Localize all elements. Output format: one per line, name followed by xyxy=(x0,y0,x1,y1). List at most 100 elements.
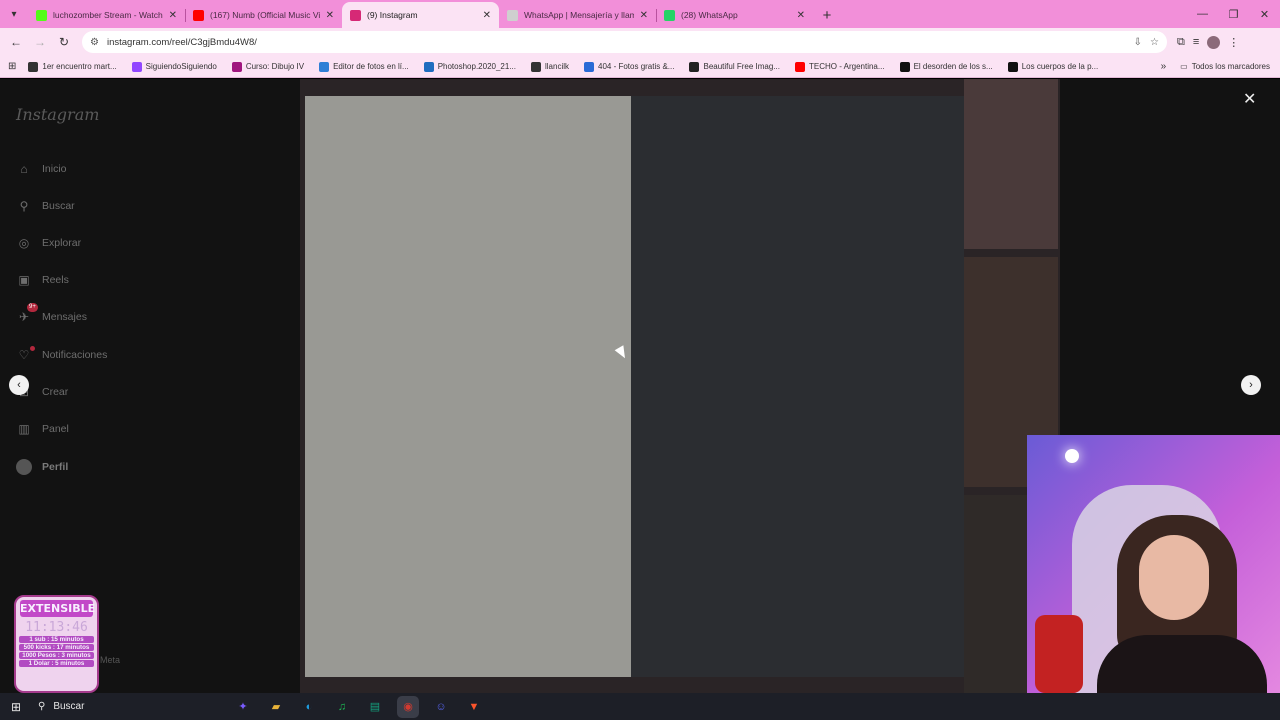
app-icon[interactable]: ▤ xyxy=(364,696,386,718)
all-bookmarks-folder[interactable]: ▭ Todos los marcadores xyxy=(1180,62,1270,71)
bookmark-item[interactable]: Los cuerpos de la p... xyxy=(1007,61,1099,72)
tab-2[interactable]: (9) Instagram ✕ xyxy=(342,2,499,28)
nav-notificaciones[interactable]: ♡ Notificaciones xyxy=(16,346,108,363)
install-app-icon[interactable]: ⇩ xyxy=(1134,37,1142,48)
bookmark-label: Beautiful Free Imag... xyxy=(703,62,780,71)
meta-footer[interactable]: Meta xyxy=(100,655,120,665)
tab-close-icon[interactable]: ✕ xyxy=(483,10,491,21)
tab-favicon-icon xyxy=(507,9,518,21)
dashboard-icon: ▥ xyxy=(18,422,30,436)
nav-label: Reels xyxy=(42,274,69,286)
tab-close-icon[interactable]: ✕ xyxy=(797,10,805,21)
bookmark-item[interactable]: Beautiful Free Imag... xyxy=(689,61,780,72)
tab-close-icon[interactable]: ✕ xyxy=(640,10,648,21)
bookmark-label: Curso: Dibujo IV xyxy=(245,62,305,71)
close-modal-icon[interactable]: ✕ xyxy=(1243,89,1256,109)
more-bookmarks-icon[interactable]: » xyxy=(1161,61,1167,72)
tab-strip: ▾ luchozomber Stream - Watch L ✕ (167) Num… xyxy=(0,0,1280,28)
bookmark-item[interactable]: 1er encuentro mart... xyxy=(28,61,117,72)
profile-avatar[interactable] xyxy=(1207,35,1221,49)
tab-favicon-icon xyxy=(36,9,47,21)
bookmark-favicon-icon xyxy=(423,61,434,72)
bookmark-label: El desorden de los s... xyxy=(913,62,993,71)
nav-mensajes[interactable]: ✈ 9+ Mensajes xyxy=(16,303,87,325)
streamer-face xyxy=(1139,535,1209,620)
previous-arrow-icon[interactable]: ‹ xyxy=(9,375,29,395)
nav-inicio[interactable]: ⌂ Inicio xyxy=(16,161,66,177)
bookmark-favicon-icon xyxy=(231,61,242,72)
close-window-icon[interactable]: ✕ xyxy=(1249,0,1280,28)
bookmark-list: 1er encuentro mart... SiguiendoSiguiendo C… xyxy=(28,61,1113,72)
feed-thumbnail xyxy=(964,79,1058,249)
bookmark-item[interactable]: Curso: Dibujo IV xyxy=(231,61,305,72)
edge-icon[interactable]: ◐ xyxy=(298,696,320,718)
reels-icon: ▣ xyxy=(18,273,30,287)
timer-title: EXTENSIBLE xyxy=(20,600,96,617)
nav-reels[interactable]: ▣ Reels xyxy=(16,272,69,288)
nav-buscar[interactable]: ⚲ Buscar xyxy=(16,198,75,214)
new-tab-button[interactable]: + xyxy=(813,2,841,28)
timer-rule: 1 Dolar : 5 minutos xyxy=(19,660,94,667)
bookmark-star-icon[interactable]: ☆ xyxy=(1150,37,1159,48)
tab-favicon-icon xyxy=(193,9,204,21)
chrome-icon[interactable]: ◉ xyxy=(397,695,419,718)
bookmark-favicon-icon xyxy=(794,61,805,72)
url-text: instagram.com/reel/C3gjBmdu4W8/ xyxy=(106,36,257,48)
browser-toolbar: ← → ↻ ⚙ instagram.com/reel/C3gjBmdu4W8/ … xyxy=(0,28,1280,56)
nav-panel[interactable]: ▥ Panel xyxy=(16,421,69,437)
brave-icon[interactable]: ▼ xyxy=(463,696,485,718)
tab-close-icon[interactable]: ✕ xyxy=(169,10,177,21)
bookmark-item[interactable]: llancilk xyxy=(530,61,569,72)
forward-icon[interactable]: → xyxy=(28,30,52,54)
edge-icon-glyph: ◐ xyxy=(305,700,313,713)
nav-label: Perfil xyxy=(42,461,69,473)
menu-icon[interactable]: ⋮ xyxy=(1228,36,1239,49)
messages-badge: 9+ xyxy=(27,303,38,312)
tab-1[interactable]: (167) Numb (Official Music Vide ✕ xyxy=(185,2,342,28)
reload-icon[interactable]: ↻ xyxy=(52,30,76,54)
page-viewport: Instagram ⌂ Inicio ⚲ Buscar ◎ Explorar ▣ Reels ✈… xyxy=(0,79,1280,693)
site-info-icon[interactable]: ⚙ xyxy=(90,37,99,48)
tab-0[interactable]: luchozomber Stream - Watch L ✕ xyxy=(28,2,185,28)
back-icon[interactable]: ← xyxy=(4,30,28,54)
spotify-icon[interactable]: ♫ xyxy=(331,696,353,718)
reel-media-placeholder[interactable] xyxy=(305,96,631,677)
next-arrow-icon[interactable]: › xyxy=(1241,375,1261,395)
restore-icon[interactable]: ❐ xyxy=(1218,0,1249,28)
timer-rules: 1 sub : 15 minutos 500 kicks : 17 minutos… xyxy=(16,636,97,667)
nav-label: Notificaciones xyxy=(42,349,108,361)
bookmark-item[interactable]: Editor de fotos en lí... xyxy=(319,61,409,72)
tab-3[interactable]: WhatsApp | Mensajería y llama ✕ xyxy=(499,2,656,28)
tab-4[interactable]: (28) WhatsApp ✕ xyxy=(656,2,813,28)
streamer-webcam xyxy=(1027,435,1280,693)
bookmark-label: Photoshop.2020_21... xyxy=(437,62,516,71)
discord-icon[interactable]: ☺ xyxy=(430,696,452,718)
tab-close-icon[interactable]: ✕ xyxy=(326,10,334,21)
bookmark-item[interactable]: Photoshop.2020_21... xyxy=(423,61,516,72)
nav-perfil[interactable]: Perfil xyxy=(16,459,68,475)
bookmark-label: 404 - Fotos gratis &... xyxy=(598,62,675,71)
copilot-icon[interactable]: ✦ xyxy=(232,696,254,718)
minimize-icon[interactable]: — xyxy=(1187,0,1218,28)
apps-grid-icon[interactable]: ⊞ xyxy=(8,61,16,72)
tab-title: luchozomber Stream - Watch L xyxy=(53,10,163,20)
bookmark-item[interactable]: SiguiendoSiguiendo xyxy=(131,61,217,72)
nav-explorar[interactable]: ◎ Explorar xyxy=(16,235,81,251)
windows-start-icon[interactable]: ⊞ xyxy=(0,700,32,714)
tab-search-icon[interactable]: ▾ xyxy=(0,0,28,28)
media-icon[interactable]: ≡ xyxy=(1193,36,1199,49)
bookmark-item[interactable]: 404 - Fotos gratis &... xyxy=(584,61,675,72)
app-icon-glyph: ▤ xyxy=(369,701,381,713)
bookmark-label: Los cuerpos de la p... xyxy=(1021,62,1099,71)
file-explorer-icon[interactable]: ▰ xyxy=(265,696,287,718)
address-bar[interactable]: ⚙ instagram.com/reel/C3gjBmdu4W8/ ⇩ ☆ xyxy=(82,31,1167,53)
bookmark-item[interactable]: TECHO - Argentina... xyxy=(794,61,885,72)
extensions-icon[interactable]: ⧉ xyxy=(1177,36,1185,49)
search-icon: ⚲ xyxy=(38,701,46,712)
discord-icon-glyph: ☺ xyxy=(435,700,447,713)
tab-title: (9) Instagram xyxy=(367,10,418,20)
bookmark-favicon-icon xyxy=(530,61,541,72)
taskbar-search[interactable]: ⚲ Buscar xyxy=(32,693,214,720)
bookmark-item[interactable]: El desorden de los s... xyxy=(899,61,993,72)
instagram-logo[interactable]: Instagram xyxy=(16,105,99,124)
